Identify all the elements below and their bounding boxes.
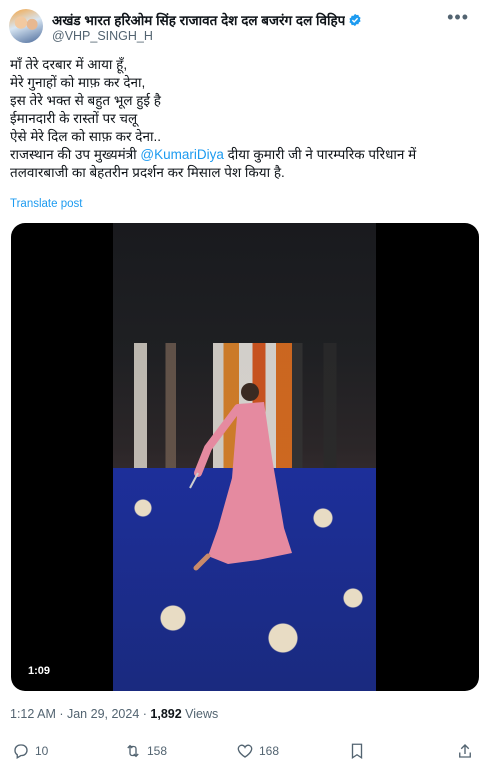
tweet-line-start: राजस्थान की उप मुख्यमंत्री — [10, 147, 141, 162]
like-button[interactable]: 168 — [236, 742, 279, 760]
action-bar: 10 158 168 — [0, 742, 482, 766]
tweet-line-with-mention: राजस्थान की उप मुख्यमंत्री @KumariDiya द… — [10, 146, 472, 164]
tweet-line: ईमानदारी के रास्तों पर चलू — [10, 111, 138, 126]
reply-button[interactable]: 10 — [12, 742, 48, 760]
views-count: 1,892 — [150, 707, 182, 721]
reply-count: 10 — [35, 744, 49, 758]
author-handle[interactable]: @VHP_SINGH_H — [52, 29, 153, 43]
video-player[interactable]: 1:09 — [11, 223, 479, 691]
video-duration: 1:09 — [23, 663, 56, 679]
author-name-row: अखंड भारत हरिओम सिंह राजावत देश दल बजरंग… — [52, 11, 452, 29]
more-icon[interactable]: ••• — [447, 8, 469, 26]
verified-icon — [349, 13, 361, 27]
bookmark-button[interactable] — [348, 742, 371, 760]
tweet-line: इस तेरे भक्त से बहुत भूल हुई है — [10, 93, 161, 108]
repost-button[interactable]: 158 — [124, 742, 167, 760]
like-icon — [237, 744, 253, 758]
tweet-line: ऐसे मेरे दिल को साफ़ कर देना.. — [10, 129, 161, 144]
meta-separator: · — [55, 707, 67, 721]
author-display-name[interactable]: अखंड भारत हरिओम सिंह राजावत देश दल बजरंग… — [52, 11, 345, 29]
translate-post-link[interactable]: Translate post — [10, 198, 82, 210]
video-frame[interactable] — [113, 223, 376, 691]
tweet-line: मेरे गुनाहों को माफ़ कर देना, — [10, 75, 146, 90]
post-date[interactable]: Jan 29, 2024 — [67, 707, 139, 721]
like-count: 168 — [259, 744, 280, 758]
bookmark-icon — [351, 743, 363, 760]
author-avatar[interactable] — [9, 9, 43, 43]
mention-link[interactable]: @KumariDiya — [140, 147, 223, 162]
tweet-line: तलवारबाजी का बेहतरीन प्रदर्शन कर मिसाल प… — [10, 165, 285, 180]
tweet-text: माँ तेरे दरबार में आया हूँ, मेरे गुनाहों… — [10, 56, 472, 182]
tweet-line: माँ तेरे दरबार में आया हूँ, — [10, 57, 128, 72]
tweet-line-end: दीया कुमारी जी ने पारम्परिक परिधान में — [223, 147, 417, 162]
post-time[interactable]: 1:12 AM — [10, 707, 56, 721]
meta-separator: · — [139, 707, 151, 721]
share-button[interactable] — [456, 742, 479, 760]
dancer-figure — [189, 383, 292, 571]
views-label: Views — [181, 707, 219, 721]
reply-icon — [14, 744, 28, 759]
share-icon — [459, 744, 471, 758]
repost-count: 158 — [147, 744, 168, 758]
repost-icon — [127, 744, 139, 758]
post-meta: 1:12 AM · Jan 29, 2024 · 1,892 Views — [10, 707, 218, 721]
